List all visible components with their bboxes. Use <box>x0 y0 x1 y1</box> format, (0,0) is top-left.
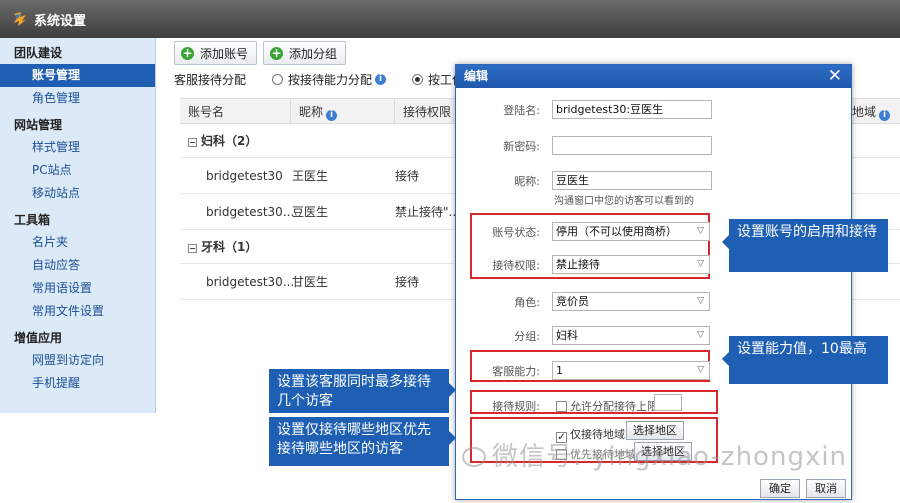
nickname-label: 昵称: <box>514 175 540 188</box>
rule-checkbox-row[interactable]: 允许分配接待上限 <box>556 398 658 414</box>
radio-by-capacity-label: 按接待能力分配 <box>288 73 373 87</box>
sidebar-group-site: 网站管理 <box>14 118 63 132</box>
close-icon[interactable]: ✕ <box>828 65 842 88</box>
watermark: 微信号: yingxiao-zhongxin <box>462 436 847 473</box>
sidebar-item-mobile-alert[interactable]: 手机提醒 <box>0 372 155 395</box>
add-group-button[interactable]: + 添加分组 <box>263 41 347 65</box>
sidebar-item-auto-reply[interactable]: 自动应答 <box>0 254 155 277</box>
page: 系统设置 团队建设 账号管理 角色管理 网站管理 样式管理 PC站点 移动站点 … <box>0 0 900 503</box>
group-label: 分组: <box>514 330 540 343</box>
sidebar-item-role-management[interactable]: 角色管理 <box>0 87 155 110</box>
column-header-nickname: 昵称 i <box>290 99 394 125</box>
group-select[interactable]: 妇科 ▽ <box>552 326 710 345</box>
radio-by-workload[interactable] <box>412 74 424 85</box>
cell-permission: 禁止接待"... <box>395 205 460 219</box>
add-account-label: 添加账号 <box>200 46 249 61</box>
ok-button[interactable]: 确定 <box>760 479 800 498</box>
password-field[interactable] <box>552 136 712 155</box>
sidebar-item-phrases[interactable]: 常用语设置 <box>0 277 155 300</box>
info-icon[interactable]: i <box>375 74 387 85</box>
add-group-label: 添加分组 <box>289 46 338 61</box>
toolbar: + 添加账号 + 添加分组 <box>174 41 347 65</box>
chevron-down-icon: ▽ <box>697 226 704 236</box>
sidebar-group-value-added: 增值应用 <box>14 331 63 345</box>
role-select[interactable]: 竞价员 ▽ <box>552 292 710 311</box>
nickname-field[interactable]: 豆医生 <box>552 171 712 190</box>
dialog-header: 编辑 ✕ <box>456 65 851 88</box>
callout-status: 设置账号的启用和接待 <box>722 219 888 272</box>
callout-rule: 设置该客服同时最多接待几个访客 <box>269 369 456 413</box>
cell-nickname: 豆医生 <box>292 205 329 219</box>
collapse-icon[interactable]: − <box>188 138 197 147</box>
chevron-down-icon: ▽ <box>697 330 704 340</box>
sidebar-item-files[interactable]: 常用文件设置 <box>0 300 155 323</box>
password-label: 新密码: <box>503 140 540 153</box>
sidebar-item-card-folder[interactable]: 名片夹 <box>0 231 155 254</box>
chevron-down-icon: ▽ <box>697 365 704 375</box>
cell-permission: 接待 <box>395 169 420 183</box>
sidebar-item-pc-site[interactable]: PC站点 <box>0 159 155 182</box>
app-logo-icon <box>14 12 26 26</box>
rule-checkbox[interactable] <box>556 401 567 412</box>
dialog-title: 编辑 <box>464 69 489 83</box>
sidebar-item-account-management[interactable]: 账号管理 <box>0 64 155 87</box>
login-label: 登陆名: <box>503 104 540 117</box>
callout-capacity: 设置能力值，10最高 <box>722 336 888 384</box>
info-icon[interactable]: i <box>326 110 338 121</box>
nickname-hint: 沟通窗口中您的访客可以看到的 <box>554 196 694 207</box>
cell-account: bridgetest30... <box>206 275 295 289</box>
callout-region: 设置仅接待哪些地区优先接待哪些地区的访客 <box>269 417 456 466</box>
cell-nickname: 王医生 <box>292 169 329 183</box>
sidebar-group-team: 团队建设 <box>14 46 63 60</box>
allocation-row: 客服接待分配 按接待能力分配 i 按工作 <box>174 71 464 88</box>
cell-permission: 接待 <box>395 275 420 289</box>
window-title: 系统设置 <box>34 13 87 29</box>
rule-limit-input[interactable] <box>654 394 682 411</box>
title-bar: 系统设置 <box>0 0 900 38</box>
wechat-icon <box>462 447 486 467</box>
collapse-icon[interactable]: − <box>188 244 197 253</box>
chevron-down-icon: ▽ <box>697 296 704 306</box>
permission-select[interactable]: 禁止接待 ▽ <box>552 255 710 274</box>
account-status-select[interactable]: 停用（不可以使用商桥） ▽ <box>552 222 710 241</box>
sidebar-item-mobile-site[interactable]: 移动站点 <box>0 182 155 205</box>
column-header-account: 账号名 <box>188 105 225 119</box>
add-account-button[interactable]: + 添加账号 <box>174 41 258 65</box>
cell-account: bridgetest30... <box>206 205 295 219</box>
sidebar: 团队建设 账号管理 角色管理 网站管理 样式管理 PC站点 移动站点 工具箱 名… <box>0 38 156 413</box>
role-label: 角色: <box>514 296 540 309</box>
permission-label: 接待权限: <box>492 259 540 272</box>
status-label: 账号状态: <box>492 226 540 239</box>
rule-label: 接待规则: <box>492 400 540 413</box>
plus-icon: + <box>270 45 284 60</box>
chevron-down-icon: ▽ <box>697 259 704 269</box>
login-field[interactable]: bridgetest30:豆医生 <box>552 100 712 119</box>
capacity-select[interactable]: 1 ▽ <box>552 361 710 380</box>
cell-account: bridgetest30 <box>206 169 283 183</box>
cell-nickname: 甘医生 <box>292 275 329 289</box>
sidebar-item-style-management[interactable]: 样式管理 <box>0 136 155 159</box>
plus-icon: + <box>181 45 194 60</box>
column-header-region: 地域 i <box>844 99 900 125</box>
sidebar-group-toolbox: 工具箱 <box>14 213 51 227</box>
info-icon[interactable]: i <box>879 110 891 121</box>
radio-by-capacity[interactable] <box>272 74 284 85</box>
capacity-label: 客服能力: <box>492 365 540 378</box>
sidebar-item-network-targeting[interactable]: 网盟到访定向 <box>0 349 155 372</box>
edit-dialog: 编辑 ✕ 登陆名: bridgetest30:豆医生 新密码: 昵称: 豆医生 … <box>455 64 852 500</box>
cancel-button[interactable]: 取消 <box>806 479 846 498</box>
allocation-label: 客服接待分配 <box>174 73 247 87</box>
